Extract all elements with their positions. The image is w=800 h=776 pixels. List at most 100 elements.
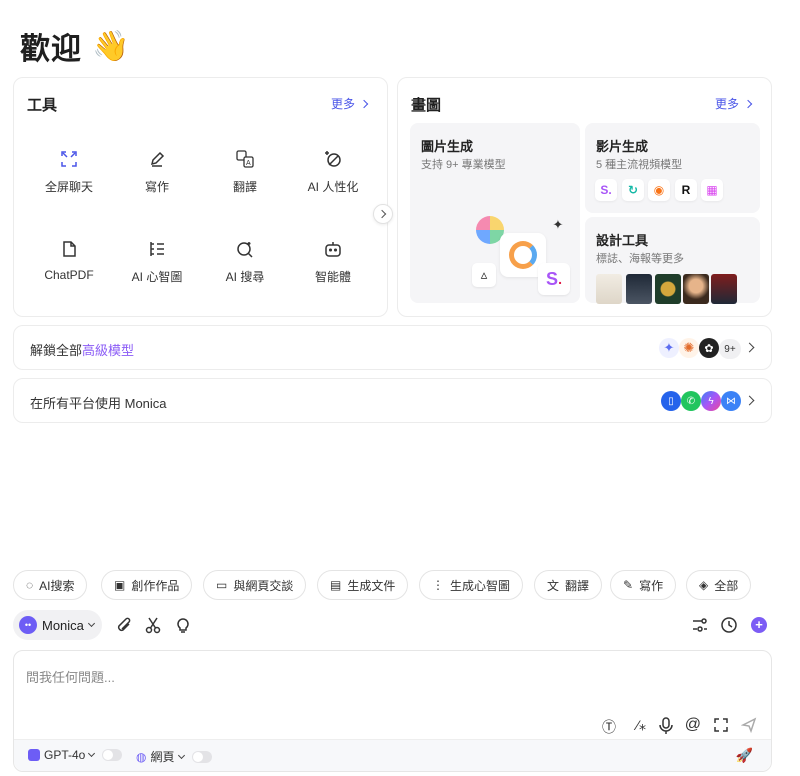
tool-fullscreen-chat[interactable]: 全屏聊天: [24, 148, 114, 195]
chip-translate[interactable]: 文 翻譯: [534, 570, 603, 600]
tool-ai-search[interactable]: AI 搜尋: [200, 238, 290, 285]
video-generation-tile[interactable]: 影片生成 5 種主流視頻模型 S. ↻ ◉ R ▦: [585, 123, 760, 213]
drawing-more-link[interactable]: 更多: [714, 95, 753, 112]
tool-label: AI 人性化: [307, 180, 359, 194]
design-tools-desc: 標誌、海報等更多: [596, 253, 684, 265]
rocket-icon[interactable]: 🚀: [736, 747, 753, 764]
chevron-right-icon: [743, 99, 753, 108]
image-generation-title: 圖片生成: [421, 139, 474, 154]
tools-more-label: 更多: [330, 97, 355, 111]
drawing-card-title: 畫圖: [411, 97, 442, 114]
chevron-down-icon: [177, 751, 185, 759]
design-thumbnail: [626, 274, 652, 304]
chip-chat-with-page[interactable]: ▭ 與網頁交談: [203, 570, 307, 600]
unlock-prefix: 解鎖全部: [30, 343, 83, 358]
design-thumbnail: [655, 274, 681, 304]
tool-label: ChatPDF: [44, 268, 94, 282]
chip-writing[interactable]: ✎ 寫作: [610, 570, 677, 600]
mindmap-icon: [146, 238, 168, 260]
video-generation-title: 影片生成: [596, 139, 649, 154]
welcome-header: 歡迎 👋: [20, 24, 130, 68]
document-icon: ▤: [330, 578, 342, 592]
bot-icon: [322, 238, 344, 260]
tools-card-title: 工具: [27, 97, 58, 114]
tool-writing[interactable]: 寫作: [112, 148, 202, 195]
openai-logo-icon: ✦: [552, 217, 564, 232]
waving-hand-icon: 👋: [92, 29, 131, 63]
tool-ai-humanize[interactable]: AI 人性化: [288, 148, 378, 195]
image-generation-tile[interactable]: 圖片生成 支持 9+ 專業模型 ✦ ▵ S.: [410, 123, 580, 303]
chip-label: 寫作: [639, 578, 664, 593]
scissors-icon[interactable]: [143, 615, 163, 635]
chip-label: 創作作品: [131, 578, 180, 593]
triangle-logo-icon: ▵: [472, 263, 496, 287]
layers-icon: ◈: [699, 578, 709, 592]
mention-icon[interactable]: @: [685, 716, 701, 734]
pen-icon: ✎: [623, 578, 634, 592]
message-input-placeholder[interactable]: 問我任何問題...: [26, 667, 115, 686]
design-thumbnail: [711, 274, 737, 304]
pdf-icon: [58, 238, 80, 260]
mobile-app-icon: ▯: [661, 391, 681, 411]
gemini-icon: ✦: [659, 338, 679, 358]
model-toggle[interactable]: [102, 749, 123, 761]
unlock-models-row[interactable]: 解鎖全部高級模型 ✦ ✺ ✿ 9+: [13, 325, 772, 370]
assistant-selector[interactable]: •• Monica: [13, 610, 102, 640]
tools-card: 工具 更多 全屏聊天 寫作 A 翻譯 AI 人性化 ChatPDF AI 心智圖…: [13, 77, 388, 317]
composer-toolbar: •• Monica +: [13, 610, 772, 640]
lightbulb-icon[interactable]: [173, 615, 193, 635]
platforms-text: 在所有平台使用 Monica: [30, 396, 167, 411]
platforms-row[interactable]: 在所有平台使用 Monica ▯ ✆ ϟ ⋈: [13, 378, 772, 423]
chip-generate-doc[interactable]: ▤ 生成文件: [317, 570, 409, 600]
assistant-name: Monica: [42, 617, 84, 633]
composer-footer: GPT-4o ◍ 網頁 🚀: [14, 739, 771, 771]
new-chat-icon[interactable]: +: [749, 615, 769, 635]
web-toggle[interactable]: [191, 750, 212, 763]
magic-icon[interactable]: ⁄⁎: [637, 717, 646, 734]
tool-ai-mindmap[interactable]: AI 心智圖: [112, 238, 202, 285]
expand-icon[interactable]: [713, 717, 729, 733]
chip-label: 生成心智圖: [450, 578, 511, 593]
drawing-more-label: 更多: [714, 97, 739, 111]
chevron-down-icon: [87, 619, 95, 628]
wand-icon: [322, 148, 344, 170]
claude-icon: ✺: [679, 338, 699, 358]
chip-ai-search[interactable]: ◌ AI搜索: [13, 570, 88, 600]
chip-label: 翻譯: [565, 578, 590, 593]
tool-label: 智能體: [314, 270, 351, 284]
history-icon[interactable]: [719, 615, 739, 635]
pika-logo-icon: ◉: [648, 179, 670, 201]
svg-text:A: A: [246, 160, 251, 167]
tool-agent[interactable]: 智能體: [288, 238, 378, 285]
vscode-icon: ⋈: [721, 391, 741, 411]
attach-icon[interactable]: [114, 615, 134, 635]
messenger-icon: ϟ: [701, 391, 721, 411]
tool-label: 全屏聊天: [44, 180, 93, 194]
welcome-title: 歡迎: [20, 33, 82, 66]
microphone-icon[interactable]: [659, 717, 673, 735]
chip-creations[interactable]: ▣ 創作作品: [101, 570, 193, 600]
design-tools-title: 設計工具: [596, 233, 649, 248]
settings-sliders-icon[interactable]: [690, 615, 710, 635]
tools-more-link[interactable]: 更多: [330, 95, 369, 112]
globe-icon: ◍: [136, 749, 147, 764]
web-selector[interactable]: ◍ 網頁: [136, 748, 212, 765]
chip-all[interactable]: ◈ 全部: [686, 570, 752, 600]
runway-logo-icon: R: [675, 179, 697, 201]
s-logo-icon: S.: [595, 179, 617, 201]
model-selector[interactable]: GPT-4o: [28, 748, 123, 762]
chip-label: 與網頁交談: [233, 578, 294, 593]
tool-chatpdf[interactable]: ChatPDF: [24, 238, 114, 282]
web-label: 網頁: [150, 750, 175, 764]
tool-translate[interactable]: A 翻譯: [200, 148, 290, 195]
chip-generate-mindmap[interactable]: ⋮ 生成心智圖: [419, 570, 524, 600]
chevron-down-icon: [88, 749, 96, 758]
carousel-next-button[interactable]: [373, 204, 393, 224]
openai-icon: ✿: [699, 338, 719, 358]
chevron-right-icon: [377, 209, 387, 219]
text-format-icon[interactable]: Ⓣ: [602, 717, 616, 737]
send-icon[interactable]: [740, 717, 757, 734]
chip-label: 生成文件: [347, 578, 396, 593]
chevron-right-icon: [744, 342, 755, 353]
message-composer[interactable]: 問我任何問題... Ⓣ ⁄⁎ @ GPT-4o ◍ 網頁 🚀: [13, 650, 772, 772]
